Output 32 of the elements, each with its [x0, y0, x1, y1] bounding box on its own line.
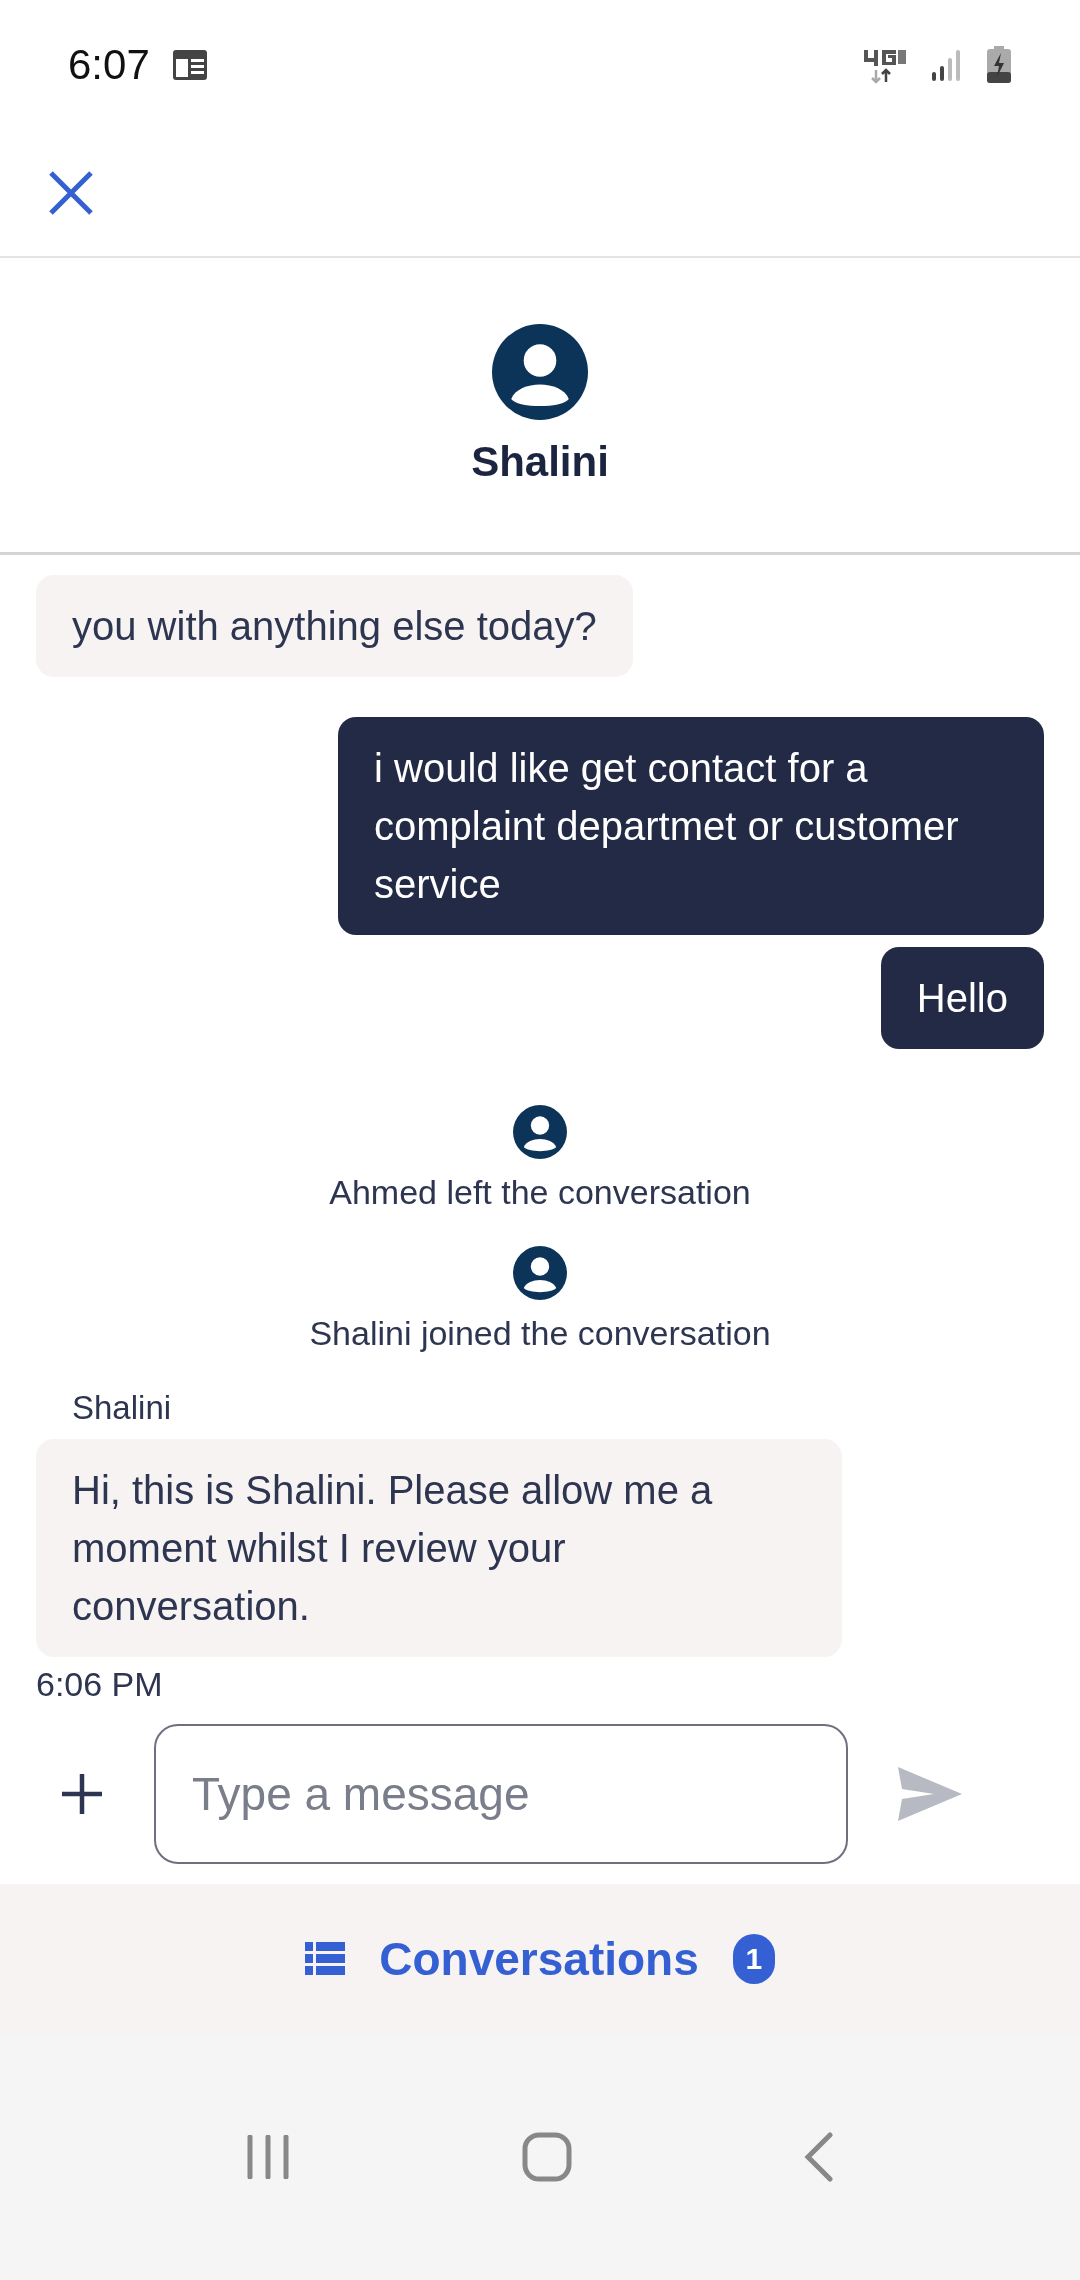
system-message: Ahmed left the conversation — [329, 1173, 751, 1212]
close-icon — [48, 170, 94, 216]
message-time: 6:06 PM — [36, 1665, 164, 1704]
recent-apps-icon — [246, 2135, 290, 2179]
unread-badge: 1 — [732, 1934, 775, 1984]
user-avatar-icon — [513, 1105, 567, 1159]
plus-icon — [60, 1772, 104, 1816]
close-button[interactable] — [48, 170, 94, 216]
sender-name: Shalini — [72, 1389, 173, 1427]
list-icon — [305, 1942, 346, 1976]
message-bubble: i would like get contact for a complaint departmet or customer service — [338, 717, 1044, 935]
conversations-button[interactable]: Conversations 1 — [299, 1931, 781, 1987]
message-bubble: you with anything else today? — [36, 575, 633, 677]
back-button[interactable] — [804, 2132, 834, 2182]
send-button[interactable] — [898, 1767, 962, 1821]
message-bubble: Hello — [880, 947, 1044, 1049]
user-avatar-icon — [513, 1246, 567, 1300]
system-message: Shalini joined the conversation — [309, 1314, 771, 1353]
home-button[interactable] — [522, 2132, 572, 2182]
back-icon — [804, 2132, 834, 2182]
battery-charging-icon — [986, 46, 1012, 84]
send-icon — [898, 1767, 962, 1821]
conversations-label: Conversations — [379, 1932, 699, 1986]
agent-avatar-icon — [492, 324, 588, 420]
home-icon — [522, 2132, 572, 2182]
message-input[interactable]: Type a message — [154, 1724, 848, 1864]
recent-apps-button[interactable] — [246, 2135, 290, 2179]
message-bubble: Hi, this is Shalini. Please allow me a moment whilst I review your conversation. — [36, 1439, 842, 1657]
calendar-icon — [171, 48, 208, 82]
status-time: 6:07 — [68, 41, 150, 89]
agent-name: Shalini — [471, 438, 609, 486]
add-button[interactable] — [60, 1772, 104, 1816]
